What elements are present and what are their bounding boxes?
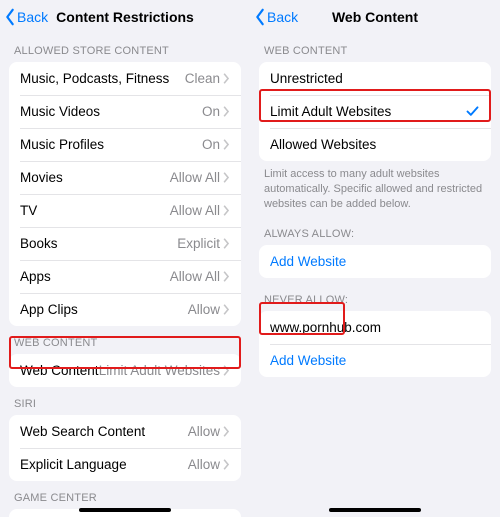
chevron-right-icon [223,426,230,437]
row-tv[interactable]: TV Allow All [9,194,241,227]
row-music-profiles[interactable]: Music Profiles On [9,128,241,161]
siri-header: SIRI [0,387,250,415]
page-title: Web Content [332,9,418,25]
chevron-right-icon [223,238,230,249]
row-label: Add Website [270,254,480,269]
chevron-right-icon [223,205,230,216]
page-title: Content Restrictions [56,9,194,25]
never-group: www.pornhub.com Add Website [259,311,491,377]
row-label: Web Search Content [20,424,188,439]
store-group: Music, Podcasts, Fitness Clean Music Vid… [9,62,241,326]
checkmark-icon [465,104,480,119]
row-label: Music, Podcasts, Fitness [20,71,185,86]
store-header: ALLOWED STORE CONTENT [0,34,250,62]
home-indicator[interactable] [79,508,171,512]
row-value: On [202,104,220,119]
never-header: NEVER ALLOW: [250,278,500,311]
row-label: Allowed Websites [270,137,480,152]
row-label: Music Videos [20,104,202,119]
never-item[interactable]: www.pornhub.com [259,311,491,344]
wc-header: WEB CONTENT [250,34,500,62]
row-label: TV [20,203,170,218]
back-button[interactable]: Back [254,0,298,34]
chevron-right-icon [223,459,230,470]
row-value: Clean [185,71,220,86]
row-explicit-lang[interactable]: Explicit Language Allow [9,448,241,481]
row-books[interactable]: Books Explicit [9,227,241,260]
wc-note: Limit access to many adult websites auto… [250,161,500,212]
web-content-screen: Back Web Content WEB CONTENT Unrestricte… [250,0,500,517]
chevron-right-icon [223,365,230,376]
always-group: Add Website [259,245,491,278]
web-header: WEB CONTENT [0,326,250,354]
add-website-always[interactable]: Add Website [259,245,491,278]
row-web-search[interactable]: Web Search Content Allow [9,415,241,448]
row-value: Allow All [170,170,220,185]
siri-group: Web Search Content Allow Explicit Langua… [9,415,241,481]
back-label: Back [267,9,298,25]
back-button[interactable]: Back [4,0,48,34]
nav-bar: Back Content Restrictions [0,0,250,34]
wc-options: Unrestricted Limit Adult Websites Allowe… [259,62,491,161]
row-web-content[interactable]: Web Content Limit Adult Websites [9,354,241,387]
row-label: Music Profiles [20,137,202,152]
row-label: Web Content [20,363,99,378]
row-label: Books [20,236,177,251]
row-value: Allow All [170,203,220,218]
row-label: Unrestricted [270,71,480,86]
row-value: Allow [188,424,220,439]
content-restrictions-screen: Back Content Restrictions ALLOWED STORE … [0,0,250,517]
row-value: Allow All [170,269,220,284]
chevron-right-icon [223,139,230,150]
nav-bar: Back Web Content [250,0,500,34]
row-music[interactable]: Music, Podcasts, Fitness Clean [9,62,241,95]
chevron-left-icon [254,8,266,26]
row-value: Allow [188,457,220,472]
row-music-videos[interactable]: Music Videos On [9,95,241,128]
row-label: Apps [20,269,170,284]
row-label: Movies [20,170,170,185]
row-value: Allow [188,302,220,317]
always-header: ALWAYS ALLOW: [250,212,500,245]
chevron-right-icon [223,106,230,117]
row-label: Add Website [270,353,480,368]
row-app-clips[interactable]: App Clips Allow [9,293,241,326]
row-apps[interactable]: Apps Allow All [9,260,241,293]
row-value: Explicit [177,236,220,251]
add-website-never[interactable]: Add Website [259,344,491,377]
chevron-right-icon [223,73,230,84]
row-value: On [202,137,220,152]
back-label: Back [17,9,48,25]
row-label: App Clips [20,302,188,317]
home-indicator[interactable] [329,508,421,512]
option-limit-adult[interactable]: Limit Adult Websites [259,95,491,128]
web-group: Web Content Limit Adult Websites [9,354,241,387]
option-allowed[interactable]: Allowed Websites [259,128,491,161]
chevron-right-icon [223,271,230,282]
row-label: www.pornhub.com [270,320,480,335]
chevron-right-icon [223,304,230,315]
row-movies[interactable]: Movies Allow All [9,161,241,194]
row-label: Limit Adult Websites [270,104,465,119]
option-unrestricted[interactable]: Unrestricted [259,62,491,95]
gc-header: GAME CENTER [0,481,250,509]
row-value: Limit Adult Websites [99,363,220,378]
row-label: Explicit Language [20,457,188,472]
chevron-left-icon [4,8,16,26]
chevron-right-icon [223,172,230,183]
